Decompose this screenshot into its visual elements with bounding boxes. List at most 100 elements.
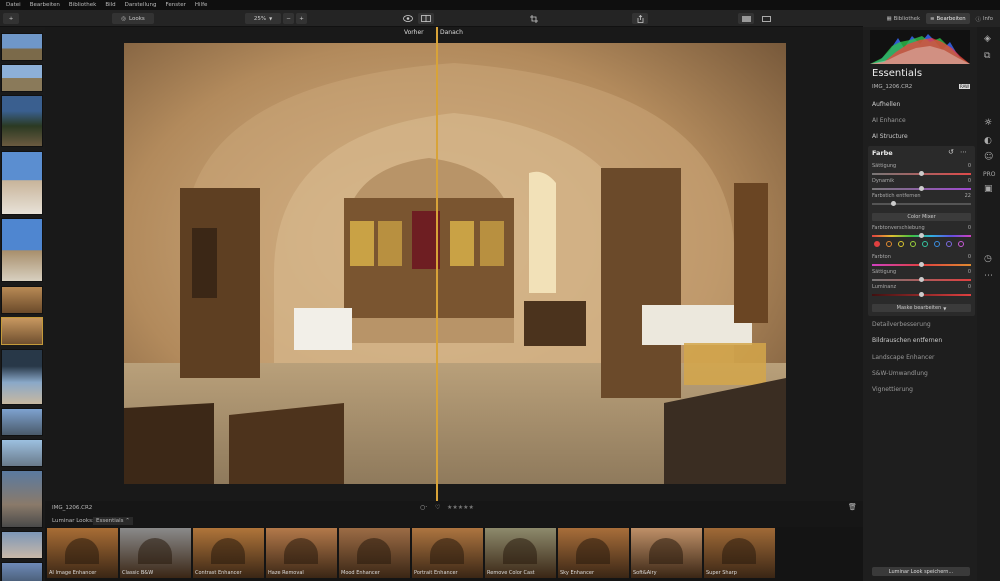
- essentials-sun-icon[interactable]: ☼: [984, 119, 992, 128]
- creative-palette-icon[interactable]: ◐: [984, 137, 992, 146]
- slider-farbtonverschiebung[interactable]: Farbtonverschiebung 0: [872, 225, 971, 238]
- tab-bearbeiten[interactable]: ≡ Bearbeiten: [926, 13, 970, 24]
- filmstrip-view-icon[interactable]: [738, 13, 754, 24]
- slider-knob[interactable]: [919, 233, 924, 238]
- looks-category-select[interactable]: Essentials ⌃: [93, 517, 133, 525]
- zoom-out-button[interactable]: −: [283, 13, 294, 24]
- look-preset[interactable]: Sky Enhancer: [558, 528, 629, 578]
- look-name: Remove Color Cast: [487, 570, 535, 576]
- color-swatch[interactable]: [958, 241, 964, 247]
- looks-button[interactable]: ◎ Looks: [112, 13, 154, 24]
- color-mixer-button[interactable]: Color Mixer: [872, 213, 971, 221]
- zoom-in-button[interactable]: +: [296, 13, 307, 24]
- slider-knob[interactable]: [891, 201, 897, 206]
- menu-bild[interactable]: Bild: [105, 2, 115, 8]
- look-preset[interactable]: Remove Color Cast: [485, 528, 556, 578]
- pro-icon[interactable]: PRO: [983, 170, 996, 179]
- color-swatch[interactable]: [922, 241, 928, 247]
- slider-knob[interactable]: [919, 186, 924, 191]
- look-preset[interactable]: Contrast Enhancer: [193, 528, 264, 578]
- filmstrip[interactable]: [0, 27, 45, 581]
- slider-knob[interactable]: [919, 277, 924, 282]
- menu-hilfe[interactable]: Hilfe: [195, 2, 208, 8]
- section-sw-umwandlung[interactable]: S&W-Umwandlung: [872, 370, 928, 377]
- filmstrip-thumb-selected[interactable]: [1, 317, 43, 345]
- color-swatch[interactable]: [946, 241, 952, 247]
- slider-saettigung[interactable]: Sättigung 0: [872, 163, 971, 176]
- single-view-icon[interactable]: [758, 13, 774, 24]
- heart-icon[interactable]: ♡: [435, 504, 440, 511]
- slider-knob[interactable]: [919, 262, 924, 267]
- camera-icon[interactable]: ▣: [984, 185, 993, 194]
- filmstrip-thumb[interactable]: [1, 470, 43, 528]
- section-ai-structure[interactable]: AI Structure: [872, 133, 908, 140]
- reset-icon[interactable]: ↺: [948, 148, 954, 156]
- filmstrip-thumb[interactable]: [1, 218, 43, 282]
- menu-bearbeiten[interactable]: Bearbeiten: [30, 2, 60, 8]
- menu-darstellung[interactable]: Darstellung: [125, 2, 157, 8]
- layers-icon[interactable]: ◈: [984, 35, 991, 44]
- section-detailverbesserung[interactable]: Detailverbesserung: [872, 321, 931, 328]
- section-ai-enhance[interactable]: AI Enhance: [872, 117, 906, 124]
- canvas-icon[interactable]: ⧉: [984, 52, 990, 61]
- filmstrip-thumb[interactable]: [1, 33, 43, 61]
- filmstrip-thumb[interactable]: [1, 349, 43, 405]
- star-rating[interactable]: ★★★★★: [447, 504, 474, 511]
- look-preset[interactable]: Portrait Enhancer: [412, 528, 483, 578]
- color-swatch[interactable]: [898, 241, 904, 247]
- filmstrip-thumb[interactable]: [1, 286, 43, 314]
- filmstrip-thumb[interactable]: [1, 95, 43, 147]
- slider-value: 0: [967, 163, 971, 169]
- slider-dynamik[interactable]: Dynamik 0: [872, 178, 971, 191]
- share-icon[interactable]: [632, 13, 648, 24]
- slider-farbton[interactable]: Farbton 0: [872, 254, 971, 267]
- color-swatch[interactable]: [910, 241, 916, 247]
- look-preset[interactable]: Haze Removal: [266, 528, 337, 578]
- slider-knob[interactable]: [919, 171, 924, 176]
- reject-flag-icon[interactable]: ○·: [420, 504, 427, 511]
- slider-knob[interactable]: [919, 292, 924, 297]
- color-swatch[interactable]: [886, 241, 892, 247]
- section-landscape-enhancer[interactable]: Landscape Enhancer: [872, 354, 934, 361]
- more-icon[interactable]: ⋯: [960, 148, 967, 156]
- compare-split-icon[interactable]: [418, 13, 434, 24]
- tab-bibliothek[interactable]: ▦ Bibliothek: [883, 13, 924, 24]
- filmstrip-thumb[interactable]: [1, 562, 43, 581]
- tab-info[interactable]: ⓘ Info: [972, 13, 997, 24]
- filmstrip-thumb[interactable]: [1, 531, 43, 559]
- save-look-button[interactable]: Luminar Look speichern...: [872, 567, 970, 576]
- edit-mask-button[interactable]: Maske bearbeiten ▼: [872, 304, 971, 312]
- slider-saettigung-mixer[interactable]: Sättigung 0: [872, 269, 971, 282]
- more-options-icon[interactable]: ⋯: [984, 272, 993, 281]
- section-aufhellen[interactable]: Aufhellen: [872, 101, 900, 108]
- slider-track[interactable]: [872, 203, 971, 205]
- look-preset[interactable]: Super Sharp: [704, 528, 775, 578]
- menu-datei[interactable]: Datei: [6, 2, 21, 8]
- menu-bibliothek[interactable]: Bibliothek: [69, 2, 96, 8]
- zoom-select[interactable]: 25% ▼: [245, 13, 281, 24]
- look-preset[interactable]: Mood Enhancer: [339, 528, 410, 578]
- add-button[interactable]: +: [3, 13, 19, 24]
- color-swatch[interactable]: [874, 241, 880, 247]
- look-preset[interactable]: Classic B&W: [120, 528, 191, 578]
- before-after-divider[interactable]: [436, 27, 438, 501]
- color-swatch[interactable]: [934, 241, 940, 247]
- crop-icon[interactable]: [526, 13, 542, 24]
- section-vignettierung[interactable]: Vignettierung: [872, 386, 913, 393]
- filmstrip-thumb[interactable]: [1, 408, 43, 436]
- section-bildrauschen[interactable]: Bildrauschen entfernen: [872, 337, 942, 344]
- preview-eye-icon[interactable]: [400, 13, 416, 24]
- filmstrip-thumb[interactable]: [1, 439, 43, 467]
- slider-farbstich-entfernen[interactable]: Farbstich entfernen 22: [872, 193, 971, 206]
- looks-strip[interactable]: AI Image Enhancer Classic B&W Contrast Enh…: [45, 527, 863, 581]
- look-preset[interactable]: AI Image Enhancer: [47, 528, 118, 578]
- look-preset[interactable]: Soft&Airy: [631, 528, 702, 578]
- trash-icon[interactable]: 🗑: [848, 503, 857, 511]
- filmstrip-thumb[interactable]: [1, 151, 43, 215]
- tab-label: Bibliothek: [893, 15, 921, 22]
- menu-fenster[interactable]: Fenster: [165, 2, 185, 8]
- filmstrip-thumb[interactable]: [1, 64, 43, 92]
- portrait-face-icon[interactable]: ☺: [984, 153, 993, 162]
- history-clock-icon[interactable]: ◷: [984, 255, 992, 264]
- slider-luminanz[interactable]: Luminanz 0: [872, 284, 971, 297]
